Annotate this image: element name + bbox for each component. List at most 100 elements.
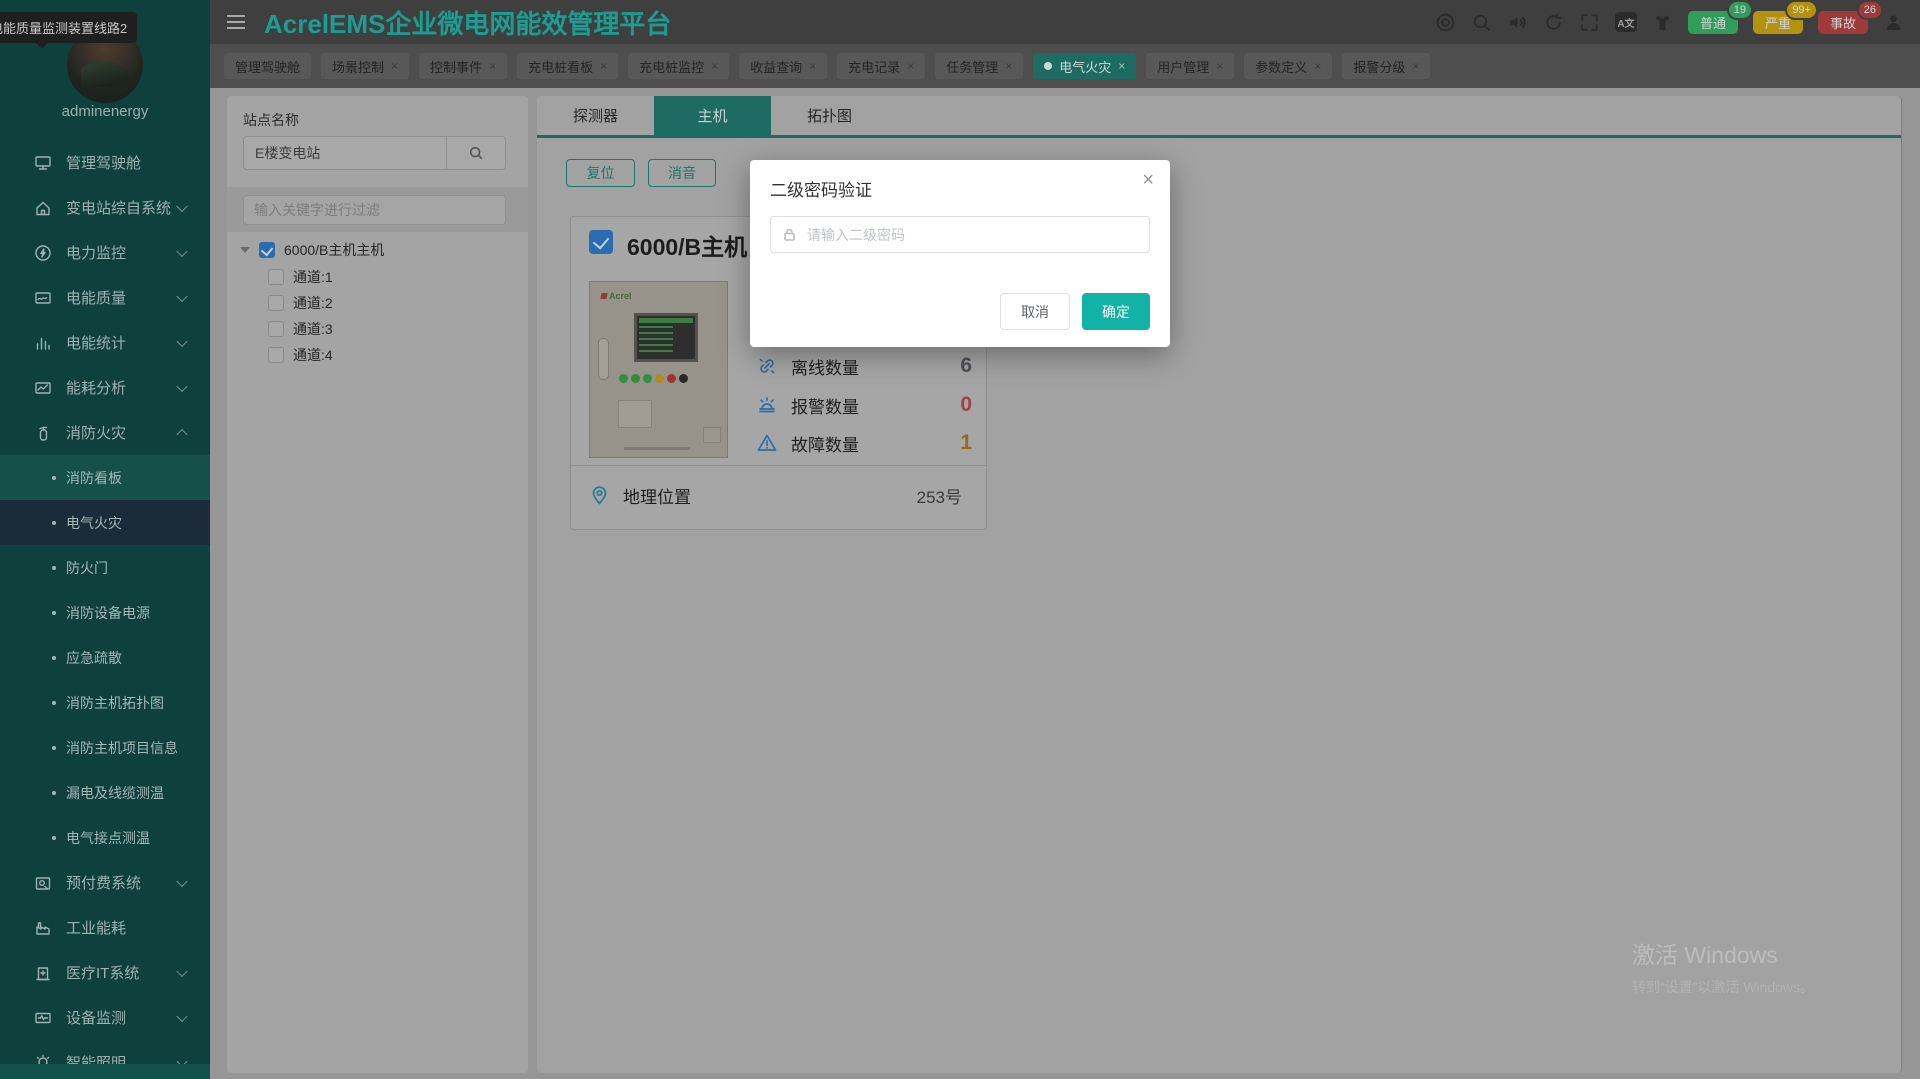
refresh-icon[interactable] — [1543, 12, 1564, 33]
menu-icon[interactable] — [227, 21, 245, 24]
translate-icon[interactable]: A文 — [1615, 12, 1637, 32]
close-icon[interactable]: × — [489, 60, 496, 72]
header-actions: A文 普通 19 严重 99+ 事故 26 — [1435, 0, 1904, 44]
tab-topology[interactable]: 拓扑图 — [771, 96, 888, 135]
tag-item[interactable]: 充电记录 × — [837, 53, 925, 79]
fire-extinguisher-icon — [34, 424, 52, 442]
reset-button[interactable]: 复位 — [566, 159, 635, 187]
factory-icon — [34, 919, 52, 937]
sidebar-item-power-monitor[interactable]: 电力监控 — [0, 230, 210, 275]
station-panel-title: 站点名称 — [243, 110, 299, 130]
channel-checkbox[interactable] — [268, 269, 284, 285]
cancel-button[interactable]: 取消 — [1000, 293, 1070, 330]
tag-item[interactable]: 场景控制 × — [321, 53, 409, 79]
tree-root-node[interactable]: 6000/B主机主机 — [227, 236, 528, 264]
confirm-button[interactable]: 确定 — [1082, 293, 1150, 330]
serious-count-badge: 99+ — [1787, 2, 1816, 18]
sidebar-subitem[interactable]: 电气火灾 — [0, 500, 210, 545]
mute-button[interactable]: 消音 — [648, 159, 716, 187]
host-card-checkbox[interactable] — [589, 230, 613, 254]
channel-checkbox[interactable] — [268, 321, 284, 337]
fullscreen-icon[interactable] — [1579, 12, 1600, 33]
tag-item[interactable]: 收益查询 × — [739, 53, 827, 79]
sidebar-item-device-monitor[interactable]: 设备监测 — [0, 995, 210, 1040]
sidebar-subitem[interactable]: 防火门 — [0, 545, 210, 590]
sidebar-scrollbar[interactable] — [0, 1064, 210, 1079]
close-icon[interactable]: × — [600, 60, 607, 72]
search-icon[interactable] — [1471, 12, 1492, 33]
tag-item[interactable]: 控制事件 × — [419, 53, 507, 79]
modal-buttons: 取消 确定 — [1000, 293, 1150, 330]
warning-triangle-icon — [756, 432, 778, 454]
bullet-icon — [52, 611, 56, 615]
tag-item[interactable]: 管理驾驶舱 — [224, 53, 311, 79]
close-icon[interactable]: × — [1005, 60, 1012, 72]
tag-item[interactable]: 电气火灾 × — [1033, 53, 1136, 79]
fault-count: 1 — [960, 431, 972, 455]
tab-detectors[interactable]: 探测器 — [537, 96, 654, 135]
sidebar-item-substation[interactable]: 变电站综自系统 — [0, 185, 210, 230]
host-card-title: 6000/B主机 — [627, 228, 747, 262]
sidebar-item-prepaid[interactable]: 预付费系统 — [0, 860, 210, 905]
device-label-sticker — [703, 427, 721, 443]
tab-host[interactable]: 主机 — [654, 96, 771, 135]
tag-item[interactable]: 充电桩监控 × — [628, 53, 729, 79]
sidebar-item-medical-it[interactable]: 医疗IT系统 — [0, 950, 210, 995]
station-search-button[interactable] — [446, 136, 506, 170]
sidebar-item-energy-stats[interactable]: 电能统计 — [0, 320, 210, 365]
sidebar-item-energy-analysis[interactable]: 能耗分析 — [0, 365, 210, 410]
password-input[interactable] — [805, 226, 1138, 244]
tree-channel-node[interactable]: 通道:4 — [227, 342, 528, 368]
caret-down-icon[interactable] — [240, 247, 250, 253]
normal-count-badge: 19 — [1729, 2, 1751, 18]
sidebar-subitem[interactable]: 电气接点测温 — [0, 815, 210, 860]
tree-channel-node[interactable]: 通道:2 — [227, 290, 528, 316]
user-icon[interactable] — [1883, 12, 1904, 33]
alarm-level-normal[interactable]: 普通 19 — [1688, 11, 1738, 34]
bullet-icon — [52, 521, 56, 525]
chevron-down-icon — [176, 1010, 187, 1021]
close-icon[interactable]: × — [711, 60, 718, 72]
close-icon[interactable]: × — [1314, 60, 1321, 72]
tree-children: 通道:1 通道:2 通道:3 通道:4 — [227, 264, 528, 368]
sidebar-item-dashboard[interactable]: 管理驾驶舱 — [0, 140, 210, 185]
close-icon[interactable]: × — [809, 60, 816, 72]
tree-channel-node[interactable]: 通道:3 — [227, 316, 528, 342]
tree-channel-node[interactable]: 通道:1 — [227, 264, 528, 290]
close-icon[interactable]: × — [1412, 60, 1419, 72]
alarm-level-accident[interactable]: 事故 26 — [1818, 11, 1868, 34]
tree-root-checkbox[interactable] — [259, 242, 275, 258]
sidebar-subitem[interactable]: 漏电及线缆测温 — [0, 770, 210, 815]
tag-item[interactable]: 任务管理 × — [935, 53, 1023, 79]
main-tabs: 探测器 主机 拓扑图 — [537, 96, 1901, 138]
sidebar-item-industrial-energy[interactable]: 工业能耗 — [0, 905, 210, 950]
sidebar-subitem[interactable]: 消防主机拓扑图 — [0, 680, 210, 725]
bullet-icon — [52, 791, 56, 795]
alarm-level-serious[interactable]: 严重 99+ — [1753, 11, 1803, 34]
speaker-icon[interactable] — [1507, 12, 1528, 33]
channel-checkbox[interactable] — [268, 347, 284, 363]
close-icon[interactable]: × — [1216, 60, 1223, 72]
tag-item[interactable]: 参数定义 × — [1244, 53, 1332, 79]
sidebar-item-fire-safety[interactable]: 消防火灾 — [0, 410, 210, 455]
sidebar-subitem[interactable]: 消防看板 — [0, 455, 210, 500]
theme-shirt-icon[interactable] — [1652, 12, 1673, 33]
close-icon[interactable]: × — [907, 60, 914, 72]
channel-checkbox[interactable] — [268, 295, 284, 311]
sidebar-item-power-quality[interactable]: 电能质量 — [0, 275, 210, 320]
close-icon[interactable]: × — [391, 60, 398, 72]
station-search-input[interactable] — [243, 136, 446, 170]
bullet-icon — [52, 836, 56, 840]
tag-item[interactable]: 报警分级 × — [1342, 53, 1430, 79]
sidebar-subitem[interactable]: 消防设备电源 — [0, 590, 210, 635]
device-printer-slot — [618, 400, 652, 428]
sidebar-subitem[interactable]: 应急疏散 — [0, 635, 210, 680]
help-circle-icon[interactable] — [1435, 12, 1456, 33]
bullet-icon — [52, 746, 56, 750]
tag-item[interactable]: 充电桩看板 × — [517, 53, 618, 79]
close-icon[interactable]: × — [1142, 170, 1154, 190]
tree-filter-input[interactable] — [243, 195, 506, 225]
close-icon[interactable]: × — [1118, 60, 1125, 72]
tag-item[interactable]: 用户管理 × — [1146, 53, 1234, 79]
sidebar-subitem[interactable]: 消防主机项目信息 — [0, 725, 210, 770]
